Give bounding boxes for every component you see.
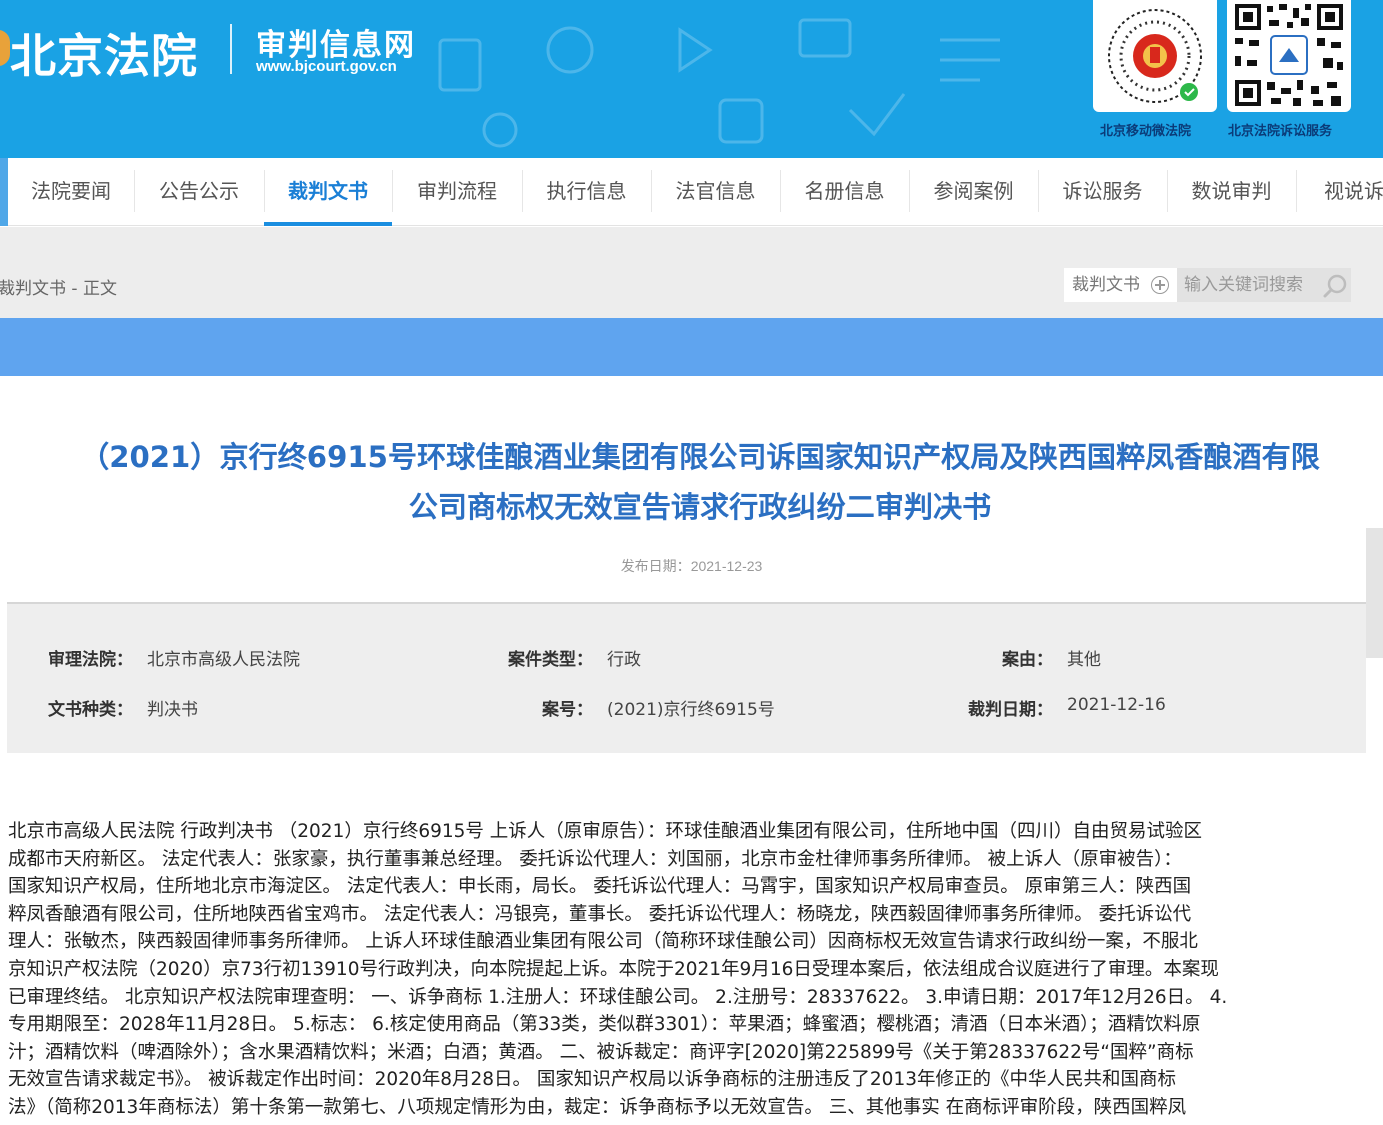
mobile-court-qr-code[interactable] [1093,0,1217,112]
body-line: 成都市天府新区。 法定代表人：张家豪，执行董事兼总经理。 委托诉讼代理人：刘国丽… [8,848,1182,870]
search-category-select[interactable]: 裁判文书 [1064,268,1177,302]
main-nav: 法院要闻 公告公示 裁判文书 审判流程 执行信息 法官信息 名册信息 参阅案例 … [0,158,1383,226]
mini-program-code-icon [1108,9,1202,103]
body-line: 无效宣告请求裁定书》。 被诉裁定作出时间：2020年8月28日。 国家知识产权局… [8,1069,1176,1091]
site-url: www.bjcourt.gov.cn [256,58,397,75]
logo-mark [0,30,10,66]
side-float-tab[interactable] [1366,528,1383,658]
qr-label-litigation-service: 北京法院诉讼服务 [1228,124,1333,139]
nav-item-video[interactable]: 视说诉 [1296,158,1383,226]
nav-item-announcements[interactable]: 公告公示 [134,158,264,226]
publish-date-value: 2021-12-23 [690,558,763,574]
search-category-label: 裁判文书 [1072,275,1140,295]
case-no-label: 案号： [542,700,593,720]
body-line: 汁；酒精饮料（啤酒除外）；含水果酒精饮料；米酒；白酒；黄酒。 二、被诉裁定：商评… [8,1041,1194,1063]
court-value: 北京市高级人民法院 [147,650,300,670]
case-info-panel: 审理法院： 北京市高级人民法院 案件类型： 行政 案由： 其他 文书种类： 判决… [7,602,1366,753]
publish-date: 发布日期：2021-12-23 [0,556,1383,576]
nav-item-data-trial[interactable]: 数说审判 [1167,158,1296,226]
qr-label-mobile-court: 北京移动微法院 [1100,124,1192,139]
nav-item-court-news[interactable]: 法院要闻 [8,158,134,226]
search-icon[interactable] [1322,273,1348,299]
body-line: 专用期限至：2028年11月28日。 5.标志： 6.核定使用商品（第33类，类… [8,1014,1201,1036]
nav-item-registry[interactable]: 名册信息 [780,158,909,226]
judgment-body: 北京市高级人民法院 行政判决书 （2021）京行终6915号 上诉人（原审原告）… [8,818,1368,1122]
nav-item-trial-process[interactable]: 审判流程 [392,158,522,226]
decorative-background-icons [438,18,1000,148]
doc-type-value: 判决书 [147,700,198,720]
court-logo-title[interactable]: 北京法院 [10,20,198,86]
qr-code-icon [1235,4,1343,106]
body-line: 粹凤香酿酒有限公司，住所地陕西省宝鸡市。 法定代表人：冯银亮，董事长。 委托诉讼… [8,903,1192,925]
document-title: （2021）京行终6915号环球佳酿酒业集团有限公司诉国家知识产权局及陕西国粹凤… [0,432,1383,532]
body-line: 北京市高级人民法院 行政判决书 （2021）京行终6915号 上诉人（原审原告）… [8,821,1203,842]
body-line: 法》（简称2013年商标法）第十条第一款第七、八项规定情形为由，裁定：诉争商标予… [8,1096,1187,1118]
header-banner: 北京法院 审判信息网 www.bjcourt.gov.cn 北京移动微法院 北京… [0,0,1383,158]
doc-type-label: 文书种类： [48,700,133,720]
plus-circle-icon [1151,276,1169,294]
blue-band [0,318,1383,376]
nav-scroll-indicator [0,158,8,226]
case-no-value: (2021)京行终6915号 [607,700,775,720]
body-line: 京知识产权法院（2020）京73行初13910号行政判决，向本院提起上诉。本院于… [8,958,1219,980]
logo-divider [230,24,232,74]
nav-item-judges[interactable]: 法官信息 [651,158,780,226]
nav-item-judgments[interactable]: 裁判文书 [264,158,392,226]
case-type-label: 案件类型： [508,650,593,670]
document-title-line-1: （2021）京行终6915号环球佳酿酒业集团有限公司诉国家知识产权局及陕西国粹凤… [80,440,1320,474]
nav-item-litigation-service[interactable]: 诉讼服务 [1038,158,1167,226]
judge-date-label: 裁判日期： [968,700,1053,720]
court-label: 审理法院： [48,650,133,670]
cause-value: 其他 [1067,650,1101,670]
document-title-line-2: 公司商标权无效宣告请求行政纠纷二审判决书 [408,490,992,524]
body-line: 国家知识产权局，住所地北京市海淀区。 法定代表人：申长雨，局长。 委托诉讼代理人… [8,876,1192,898]
publish-date-label: 发布日期： [620,558,691,574]
nav-item-enforcement[interactable]: 执行信息 [522,158,651,226]
breadcrumb: 裁判文书 - 正文 [0,279,117,299]
litigation-service-qr-code[interactable] [1227,0,1351,112]
case-type-value: 行政 [607,650,641,670]
body-line: 理人：张敏杰，陕西毅固律师事务所律师。 上诉人环球佳酿酒业集团有限公司（简称环球… [8,931,1198,953]
cause-label: 案由： [1002,650,1053,670]
nav-item-reference-cases[interactable]: 参阅案例 [909,158,1038,226]
body-line: 已审理终结。 北京知识产权法院审理查明： 一、诉争商标 1.注册人：环球佳酿公司… [8,986,1228,1008]
judge-date-value: 2021-12-16 [1067,695,1166,715]
